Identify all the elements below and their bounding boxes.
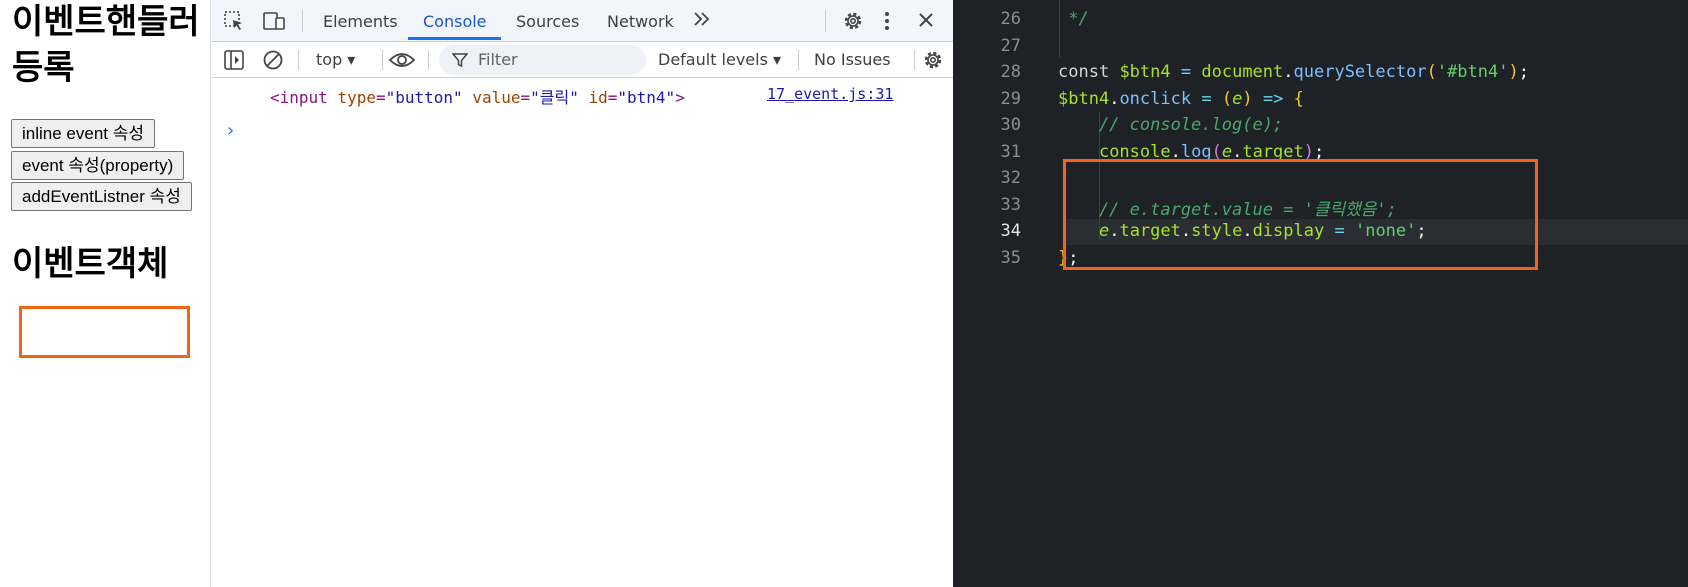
line-number: 31 [1000,142,1021,162]
event-property-button[interactable]: event 속성(property) [11,151,185,180]
filter-placeholder: Filter [478,50,518,69]
val-type: "button" [385,88,463,107]
line-number: 33 [1000,195,1021,215]
log-levels-dropdown[interactable]: Default levels ▾ [658,42,781,78]
log-levels-label: Default levels [658,50,768,69]
rendered-page: 이벤트핸들러 등록 inline event 속성 event 속성(prope… [0,0,211,587]
console-toolbar: top ▾ Filter Default levels ▾ No Issues [212,42,953,78]
line-number: 29 [1000,89,1021,109]
toolbar-separator [825,10,826,32]
close-icon[interactable] [917,11,935,33]
attr-value: value [472,88,521,107]
tab-network[interactable]: Network [607,0,674,41]
context-selector[interactable]: top ▾ [316,42,355,78]
add-event-listener-button[interactable]: addEventListner 속성 [11,182,192,211]
val-id: "btn4" [617,88,676,107]
line-number: 35 [1000,248,1021,268]
tag-open: <input [270,88,328,107]
more-options-icon[interactable] [881,10,893,36]
toolbar-separator [382,50,383,70]
active-tab-indicator [408,37,501,40]
line-number: 27 [1000,36,1021,56]
context-label: top [316,50,343,69]
filter-input[interactable] [439,45,646,75]
code-line-26[interactable]: */ [1058,9,1088,29]
device-toolbar-icon[interactable] [262,10,286,36]
code-line-29[interactable]: $btn4.onclick = (e) => { [1058,89,1304,109]
issues-counter[interactable]: No Issues [814,42,891,78]
devtools-panel: Elements Console Sources Network top ▾ F… [212,0,953,587]
toolbar-separator [298,50,299,70]
attr-type: type [337,88,376,107]
highlight-box-hidden-button [19,306,190,358]
show-sidebar-icon[interactable] [223,49,245,75]
highlight-box-code [1063,159,1538,270]
line-number-gutter: 26 27 28 29 30 31 32 33 34 35 [953,0,1065,587]
line-number: 30 [1000,115,1021,135]
filter-funnel-icon [451,52,469,72]
heading-event-object: 이벤트객체 [12,244,169,284]
inspect-element-icon[interactable] [223,10,245,36]
code-line-30[interactable]: // console.log(e); [1058,115,1283,135]
toolbar-separator [798,50,799,70]
tab-elements[interactable]: Elements [323,0,398,41]
tab-console[interactable]: Console [423,0,487,41]
code-editor: 26 27 28 29 30 31 32 33 34 35 */ const $… [953,0,1688,587]
inline-event-button[interactable]: inline event 속성 [11,119,156,148]
console-log-entry[interactable]: <input type="button" value="클릭" id="btn4… [270,84,685,108]
line-number-active: 34 [1000,221,1021,241]
toolbar-separator [428,50,429,70]
console-settings-gear-icon[interactable] [921,48,945,76]
devtools-tab-bar: Elements Console Sources Network [212,0,953,42]
source-location-link[interactable]: 17_event.js:31 [767,85,893,103]
tab-sources[interactable]: Sources [516,0,579,41]
console-prompt-chevron-icon[interactable]: › [227,120,234,141]
toolbar-separator [302,10,303,32]
live-expression-eye-icon[interactable] [388,50,416,74]
toolbar-separator [914,50,915,70]
clear-console-icon[interactable] [262,49,284,75]
attr-id: id [588,88,608,107]
tag-close: > [675,88,685,107]
heading-event-handler: 이벤트핸들러 등록 [12,2,200,88]
more-tabs-chevron-icon[interactable] [692,8,712,35]
line-number: 32 [1000,168,1021,188]
settings-gear-icon[interactable] [841,9,865,37]
code-line-28[interactable]: const $btn4 = document.querySelector('#b… [1058,62,1529,82]
val-value: "클릭" [530,88,579,107]
line-number: 26 [1000,9,1021,29]
line-number: 28 [1000,62,1021,82]
